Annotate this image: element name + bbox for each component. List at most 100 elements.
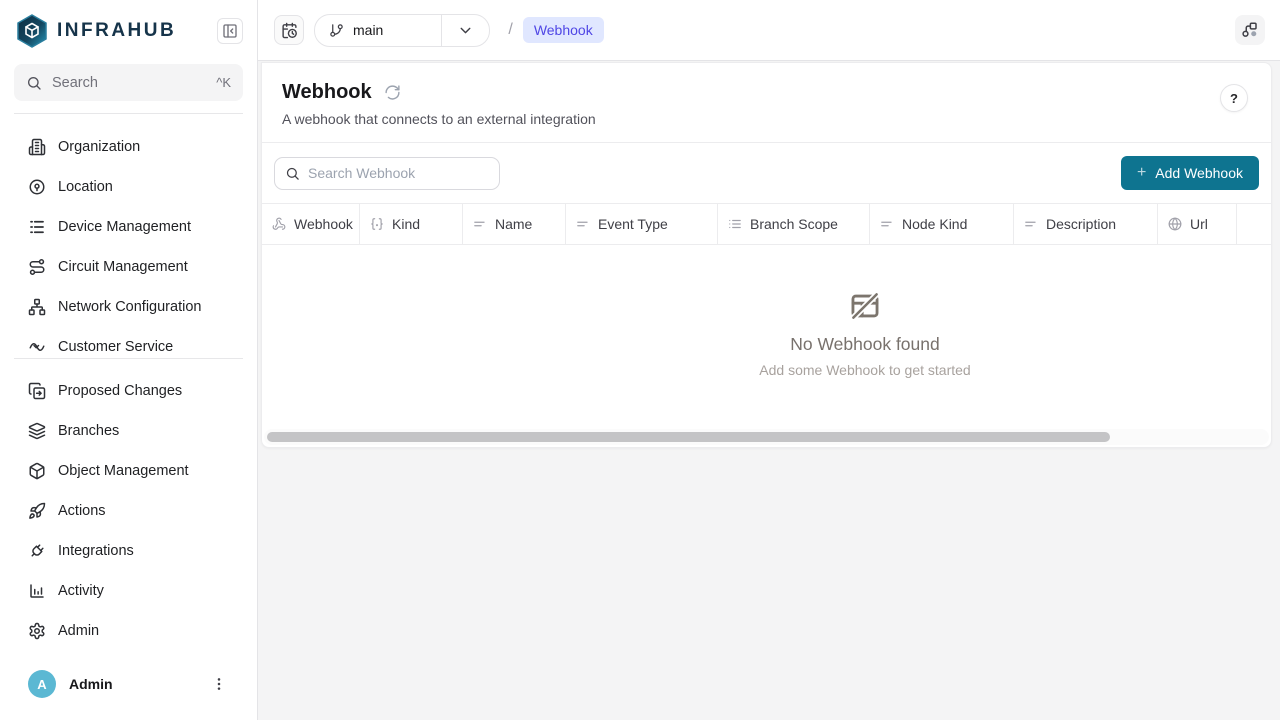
sidebar: INFRAHUB Search ^K Organization Location…	[0, 0, 258, 720]
text-icon	[1024, 217, 1038, 231]
network-icon	[28, 298, 46, 316]
refresh-icon[interactable]	[384, 84, 401, 101]
branch-selector[interactable]: main	[314, 14, 490, 47]
avatar: A	[28, 670, 56, 698]
column-header-webhook[interactable]: Webhook	[262, 204, 360, 244]
sidebar-item-activity[interactable]: Activity	[0, 571, 257, 611]
column-header-kind[interactable]: Kind	[360, 204, 463, 244]
sidebar-menu-primary: Organization Location Device Management …	[0, 127, 257, 358]
webhook-card: Webhook A webhook that connects to an ex…	[261, 62, 1272, 448]
empty-state-title: No Webhook found	[790, 334, 940, 355]
help-button[interactable]: ?	[1220, 84, 1248, 112]
git-branch-icon	[329, 23, 344, 38]
table-header-row: Webhook Kind Name Event Type Branch Scop…	[262, 203, 1271, 245]
sidebar-item-label: Branches	[58, 423, 119, 439]
plug-icon	[28, 542, 46, 560]
table-toolbar: + Add Webhook	[262, 143, 1271, 203]
search-shortcut: ^K	[216, 75, 231, 90]
sidebar-item-location[interactable]: Location	[0, 167, 257, 207]
column-header-spacer	[1237, 204, 1271, 244]
text-icon	[576, 217, 590, 231]
horizontal-scrollbar-thumb[interactable]	[267, 432, 1110, 442]
webhook-search-input[interactable]	[308, 165, 489, 181]
no-results-icon	[848, 289, 882, 323]
page-header: Webhook A webhook that connects to an ex…	[262, 63, 1271, 143]
sidebar-collapse-button[interactable]	[217, 18, 243, 44]
globe-icon	[1168, 217, 1182, 231]
sidebar-menu-secondary: Proposed Changes Branches Object Managem…	[0, 371, 257, 651]
panel-collapse-icon	[222, 23, 238, 39]
sidebar-item-actions[interactable]: Actions	[0, 491, 257, 531]
table-viewport: Webhook Kind Name Event Type Branch Scop…	[262, 203, 1271, 447]
brand-name: INFRAHUB	[57, 20, 217, 42]
sidebar-item-label: Activity	[58, 583, 104, 599]
sidebar-divider-bottom	[14, 358, 243, 359]
user-name: Admin	[69, 676, 211, 692]
sidebar-item-label: Admin	[58, 623, 99, 639]
search-icon	[285, 166, 300, 181]
page-title: Webhook	[282, 81, 372, 104]
sidebar-item-label: Location	[58, 179, 113, 195]
gear-icon	[28, 622, 46, 640]
sidebar-item-label: Device Management	[58, 219, 191, 235]
column-header-url[interactable]: Url	[1158, 204, 1237, 244]
braces-icon	[370, 217, 384, 231]
workflow-icon	[1241, 21, 1259, 39]
top-bar: main / Webhook	[258, 0, 1280, 61]
text-icon	[473, 217, 487, 231]
infrahub-logo-icon	[16, 14, 48, 48]
handshake-icon	[28, 338, 46, 356]
sidebar-item-circuit-management[interactable]: Circuit Management	[0, 247, 257, 287]
server-icon	[28, 218, 46, 236]
user-menu[interactable]: A Admin	[0, 656, 257, 720]
route-icon	[28, 258, 46, 276]
sidebar-item-label: Organization	[58, 139, 140, 155]
sidebar-search-label: Search	[52, 75, 216, 91]
column-header-name[interactable]: Name	[463, 204, 566, 244]
schema-visualizer-button[interactable]	[1235, 15, 1265, 45]
layers-icon	[28, 422, 46, 440]
map-pin-icon	[28, 178, 46, 196]
sidebar-item-admin[interactable]: Admin	[0, 611, 257, 651]
sidebar-item-proposed-changes[interactable]: Proposed Changes	[0, 371, 257, 411]
sidebar-search[interactable]: Search ^K	[14, 64, 243, 101]
plus-icon: +	[1137, 164, 1146, 182]
webhook-search-box	[274, 157, 500, 190]
add-webhook-button[interactable]: + Add Webhook	[1121, 156, 1259, 190]
ellipsis-vertical-icon[interactable]	[211, 676, 227, 692]
breadcrumb-webhook[interactable]: Webhook	[523, 17, 604, 43]
branch-selector-value[interactable]: main	[315, 15, 441, 46]
chevron-down-icon	[457, 22, 474, 39]
sidebar-item-label: Object Management	[58, 463, 189, 479]
sidebar-item-device-management[interactable]: Device Management	[0, 207, 257, 247]
sidebar-divider-top	[14, 113, 243, 114]
empty-state-subtitle: Add some Webhook to get started	[759, 362, 970, 378]
add-webhook-label: Add Webhook	[1155, 165, 1243, 181]
sidebar-item-label: Customer Service	[58, 339, 173, 355]
sidebar-item-object-management[interactable]: Object Management	[0, 451, 257, 491]
main-area: main / Webhook Webhook A webhook that co…	[258, 0, 1280, 720]
search-icon	[26, 75, 42, 91]
column-header-branch-scope[interactable]: Branch Scope	[718, 204, 870, 244]
logo-row: INFRAHUB	[0, 0, 257, 58]
rocket-icon	[28, 502, 46, 520]
branch-dropdown-toggle[interactable]	[441, 15, 489, 46]
sidebar-item-label: Network Configuration	[58, 299, 201, 315]
sidebar-item-organization[interactable]: Organization	[0, 127, 257, 167]
column-header-event-type[interactable]: Event Type	[566, 204, 718, 244]
column-header-node-kind[interactable]: Node Kind	[870, 204, 1014, 244]
empty-state: No Webhook found Add some Webhook to get…	[262, 245, 1271, 429]
horizontal-scrollbar-track[interactable]	[264, 429, 1269, 445]
column-header-description[interactable]: Description	[1014, 204, 1158, 244]
copy-arrow-icon	[28, 382, 46, 400]
sidebar-item-branches[interactable]: Branches	[0, 411, 257, 451]
sidebar-item-integrations[interactable]: Integrations	[0, 531, 257, 571]
time-travel-button[interactable]	[274, 15, 304, 45]
sidebar-item-network-configuration[interactable]: Network Configuration	[0, 287, 257, 327]
webhook-icon	[272, 217, 286, 231]
sidebar-item-customer-service[interactable]: Customer Service	[0, 327, 257, 358]
calendar-clock-icon	[281, 22, 298, 39]
sidebar-item-label: Integrations	[58, 543, 134, 559]
page-description: A webhook that connects to an external i…	[282, 111, 1251, 127]
sidebar-item-label: Circuit Management	[58, 259, 188, 275]
